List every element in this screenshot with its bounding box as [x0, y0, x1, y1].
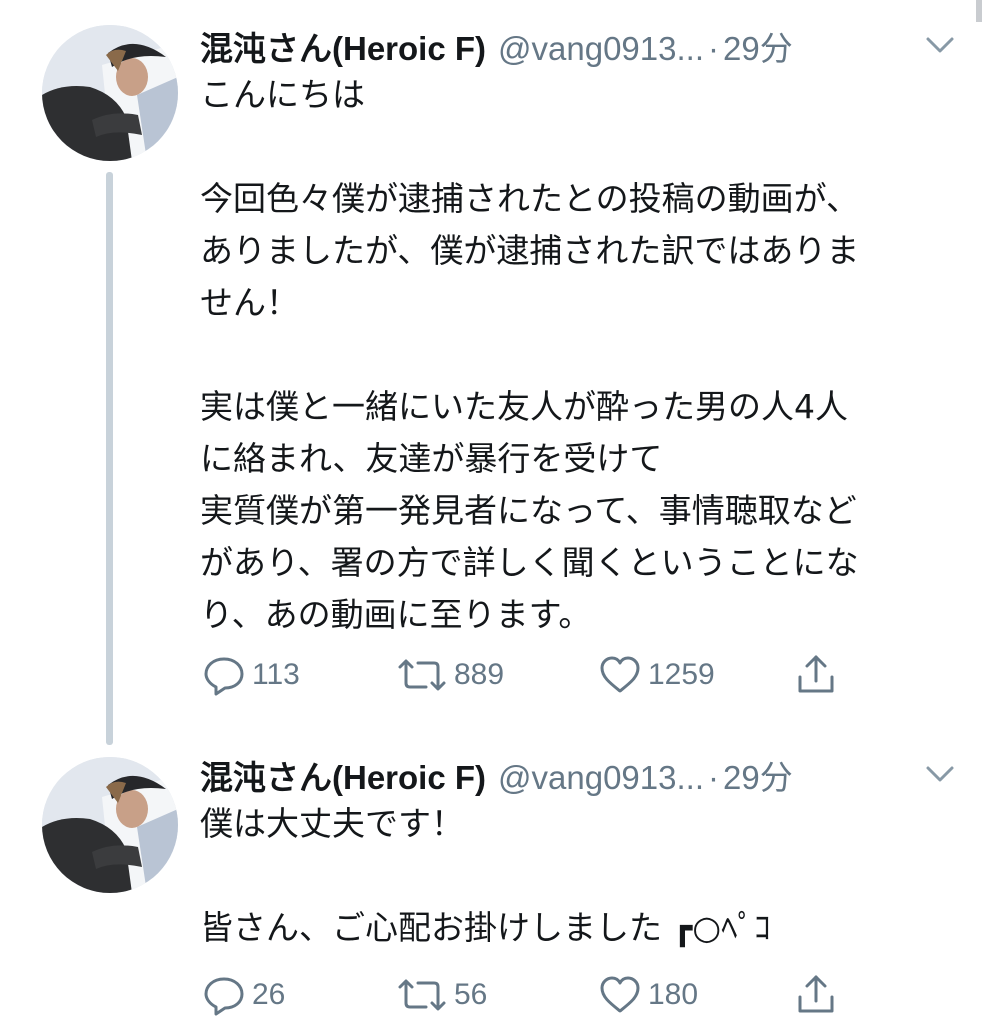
tweet-text: 僕は大丈夫です！ 皆さん、ご心配お掛けしました ┏○ﾍﾟｺ — [200, 804, 771, 947]
like-button[interactable]: 180 — [598, 973, 698, 1017]
like-count: 180 — [648, 978, 699, 1011]
tweet[interactable]: 混沌さん(Heroic F) @vang0913... · 29分 僕は大丈夫で… — [0, 745, 992, 1024]
tweet-actions: 113 889 1259 — [200, 653, 960, 697]
reply-icon — [202, 653, 246, 697]
reply-button[interactable]: 113 — [202, 653, 300, 697]
tweet-header: 混沌さん(Heroic F) @vang0913... · 29分 — [200, 751, 793, 797]
timestamp[interactable]: 29分 — [723, 751, 793, 799]
retweet-icon — [396, 653, 448, 697]
timestamp[interactable]: 29分 — [723, 22, 793, 70]
user-handle[interactable]: @vang0913... — [498, 759, 704, 797]
heart-icon — [598, 973, 642, 1017]
like-count: 1259 — [648, 658, 715, 691]
reply-count: 26 — [252, 978, 286, 1011]
header-separator: · — [708, 30, 719, 67]
chevron-down-icon[interactable] — [922, 33, 958, 57]
avatar[interactable] — [42, 25, 178, 161]
retweet-count: 56 — [454, 978, 488, 1011]
header-separator: · — [708, 759, 719, 796]
display-name[interactable]: 混沌さん(Heroic F) — [200, 751, 486, 799]
thread-line — [106, 172, 113, 745]
reply-button[interactable]: 26 — [202, 973, 285, 1017]
heart-icon — [598, 653, 642, 697]
tweet-text: こんにちは 今回色々僕が逮捕されたとの投稿の動画が、 ありましたが、僕が逮捕され… — [200, 75, 860, 634]
tweet-header: 混沌さん(Heroic F) @vang0913... · 29分 — [200, 22, 793, 68]
retweet-button[interactable]: 889 — [396, 653, 504, 697]
share-icon — [794, 653, 838, 697]
avatar[interactable] — [42, 757, 178, 893]
retweet-count: 889 — [454, 658, 505, 691]
share-icon — [794, 973, 838, 1017]
display-name[interactable]: 混沌さん(Heroic F) — [200, 22, 486, 70]
like-button[interactable]: 1259 — [598, 653, 715, 697]
reply-icon — [202, 973, 246, 1017]
reply-count: 113 — [252, 658, 300, 691]
retweet-icon — [396, 973, 448, 1017]
share-button[interactable] — [794, 973, 838, 1017]
tweet[interactable]: 混沌さん(Heroic F) @vang0913... · 29分 こんにちは … — [0, 0, 992, 745]
user-handle[interactable]: @vang0913... — [498, 30, 704, 68]
retweet-button[interactable]: 56 — [396, 973, 487, 1017]
tweet-actions: 26 56 180 — [200, 973, 960, 1017]
share-button[interactable] — [794, 653, 838, 697]
chevron-down-icon[interactable] — [922, 762, 958, 786]
